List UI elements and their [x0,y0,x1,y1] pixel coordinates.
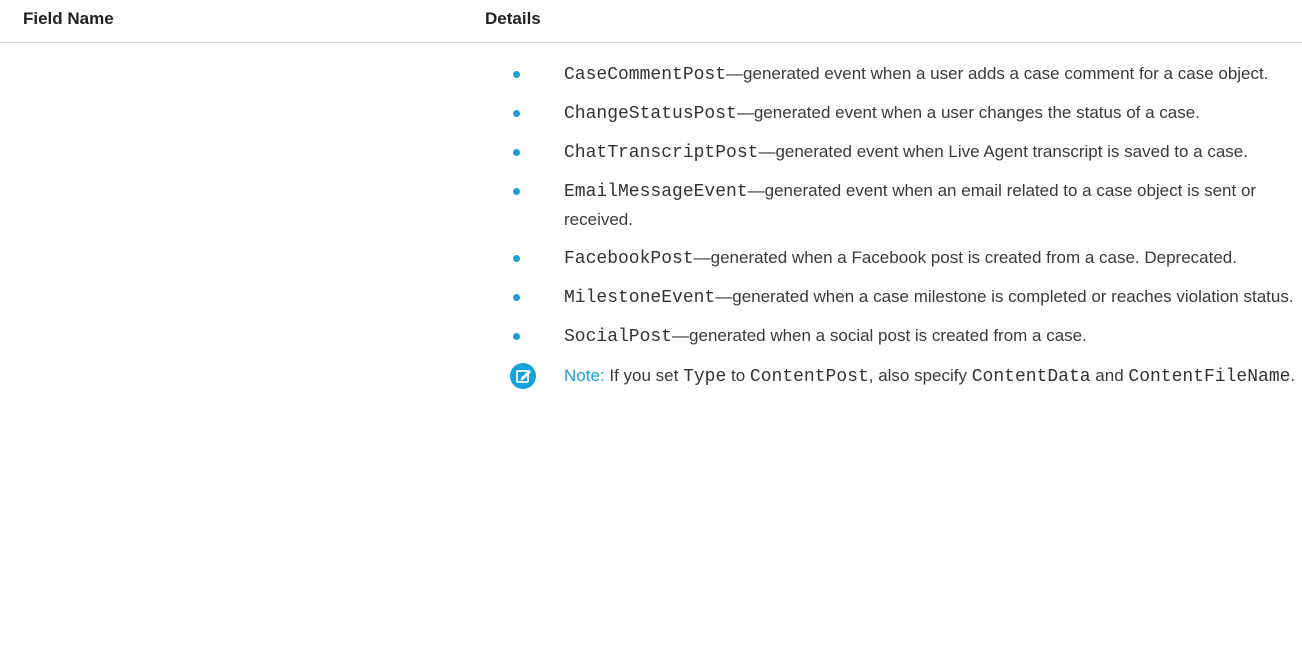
event-type-code: ChangeStatusPost [564,104,737,124]
dash-separator: — [726,64,744,83]
dash-separator: — [758,142,776,161]
note-code-contentfilename: ContentFileName [1128,367,1291,387]
dash-separator: — [693,248,711,267]
note-code-contentdata: ContentData [971,367,1091,387]
event-type-code: CaseCommentPost [564,65,727,85]
event-type-code: SocialPost [564,327,673,347]
bullet-icon [513,149,520,156]
note-block: Note: If you set Type to ContentPost, al… [510,361,1300,392]
note-text: If you set Type to ContentPost, also spe… [609,366,1296,387]
note-label: Note: [564,366,605,385]
list-item: SocialPost—generated when a social post … [510,322,1300,351]
bullet-icon [513,110,520,117]
event-type-description: generated when a Facebook post is create… [710,248,1237,267]
event-type-code: FacebookPost [564,249,694,269]
list-item: ChatTranscriptPost—generated event when … [510,138,1300,167]
note-text-part: , also specify [868,366,972,385]
dash-separator: — [715,287,733,306]
note-text-part: If you set [609,366,684,385]
event-type-list: CaseCommentPost—generated event when a u… [510,60,1300,351]
event-type-description: generated event when a user adds a case … [743,64,1269,83]
event-type-description: generated when a social post is created … [689,326,1087,345]
edit-note-icon [510,363,536,389]
column-header-details: Details [485,9,541,28]
list-item: EmailMessageEvent—generated event when a… [510,177,1300,234]
event-type-description: generated event when Live Agent transcri… [775,142,1248,161]
details-cell: CaseCommentPost—generated event when a u… [510,60,1300,392]
list-item: MilestoneEvent—generated when a case mil… [510,283,1300,312]
event-type-code: ChatTranscriptPost [564,143,759,163]
table-header-row: Field Name Details [0,0,1302,43]
dash-separator: — [736,103,754,122]
event-type-code: MilestoneEvent [564,288,716,308]
list-item: CaseCommentPost—generated event when a u… [510,60,1300,89]
note-text-part: . [1290,366,1296,385]
event-type-description: generated when a case milestone is compl… [732,287,1294,306]
bullet-icon [513,71,520,78]
column-header-field-name: Field Name [23,9,114,28]
note-code-type: Type [683,367,727,387]
bullet-icon [513,255,520,262]
note-text-part: and [1090,366,1129,385]
note-code-contentpost: ContentPost [749,367,869,387]
event-type-description: generated event when a user changes the … [753,103,1200,122]
bullet-icon [513,333,520,340]
list-item: FacebookPost—generated when a Facebook p… [510,244,1300,273]
bullet-icon [513,188,520,195]
dash-separator: — [747,181,765,200]
list-item: ChangeStatusPost—generated event when a … [510,99,1300,128]
note-text-part: to [726,366,750,385]
dash-separator: — [672,326,690,345]
bullet-icon [513,294,520,301]
event-type-code: EmailMessageEvent [564,182,748,202]
